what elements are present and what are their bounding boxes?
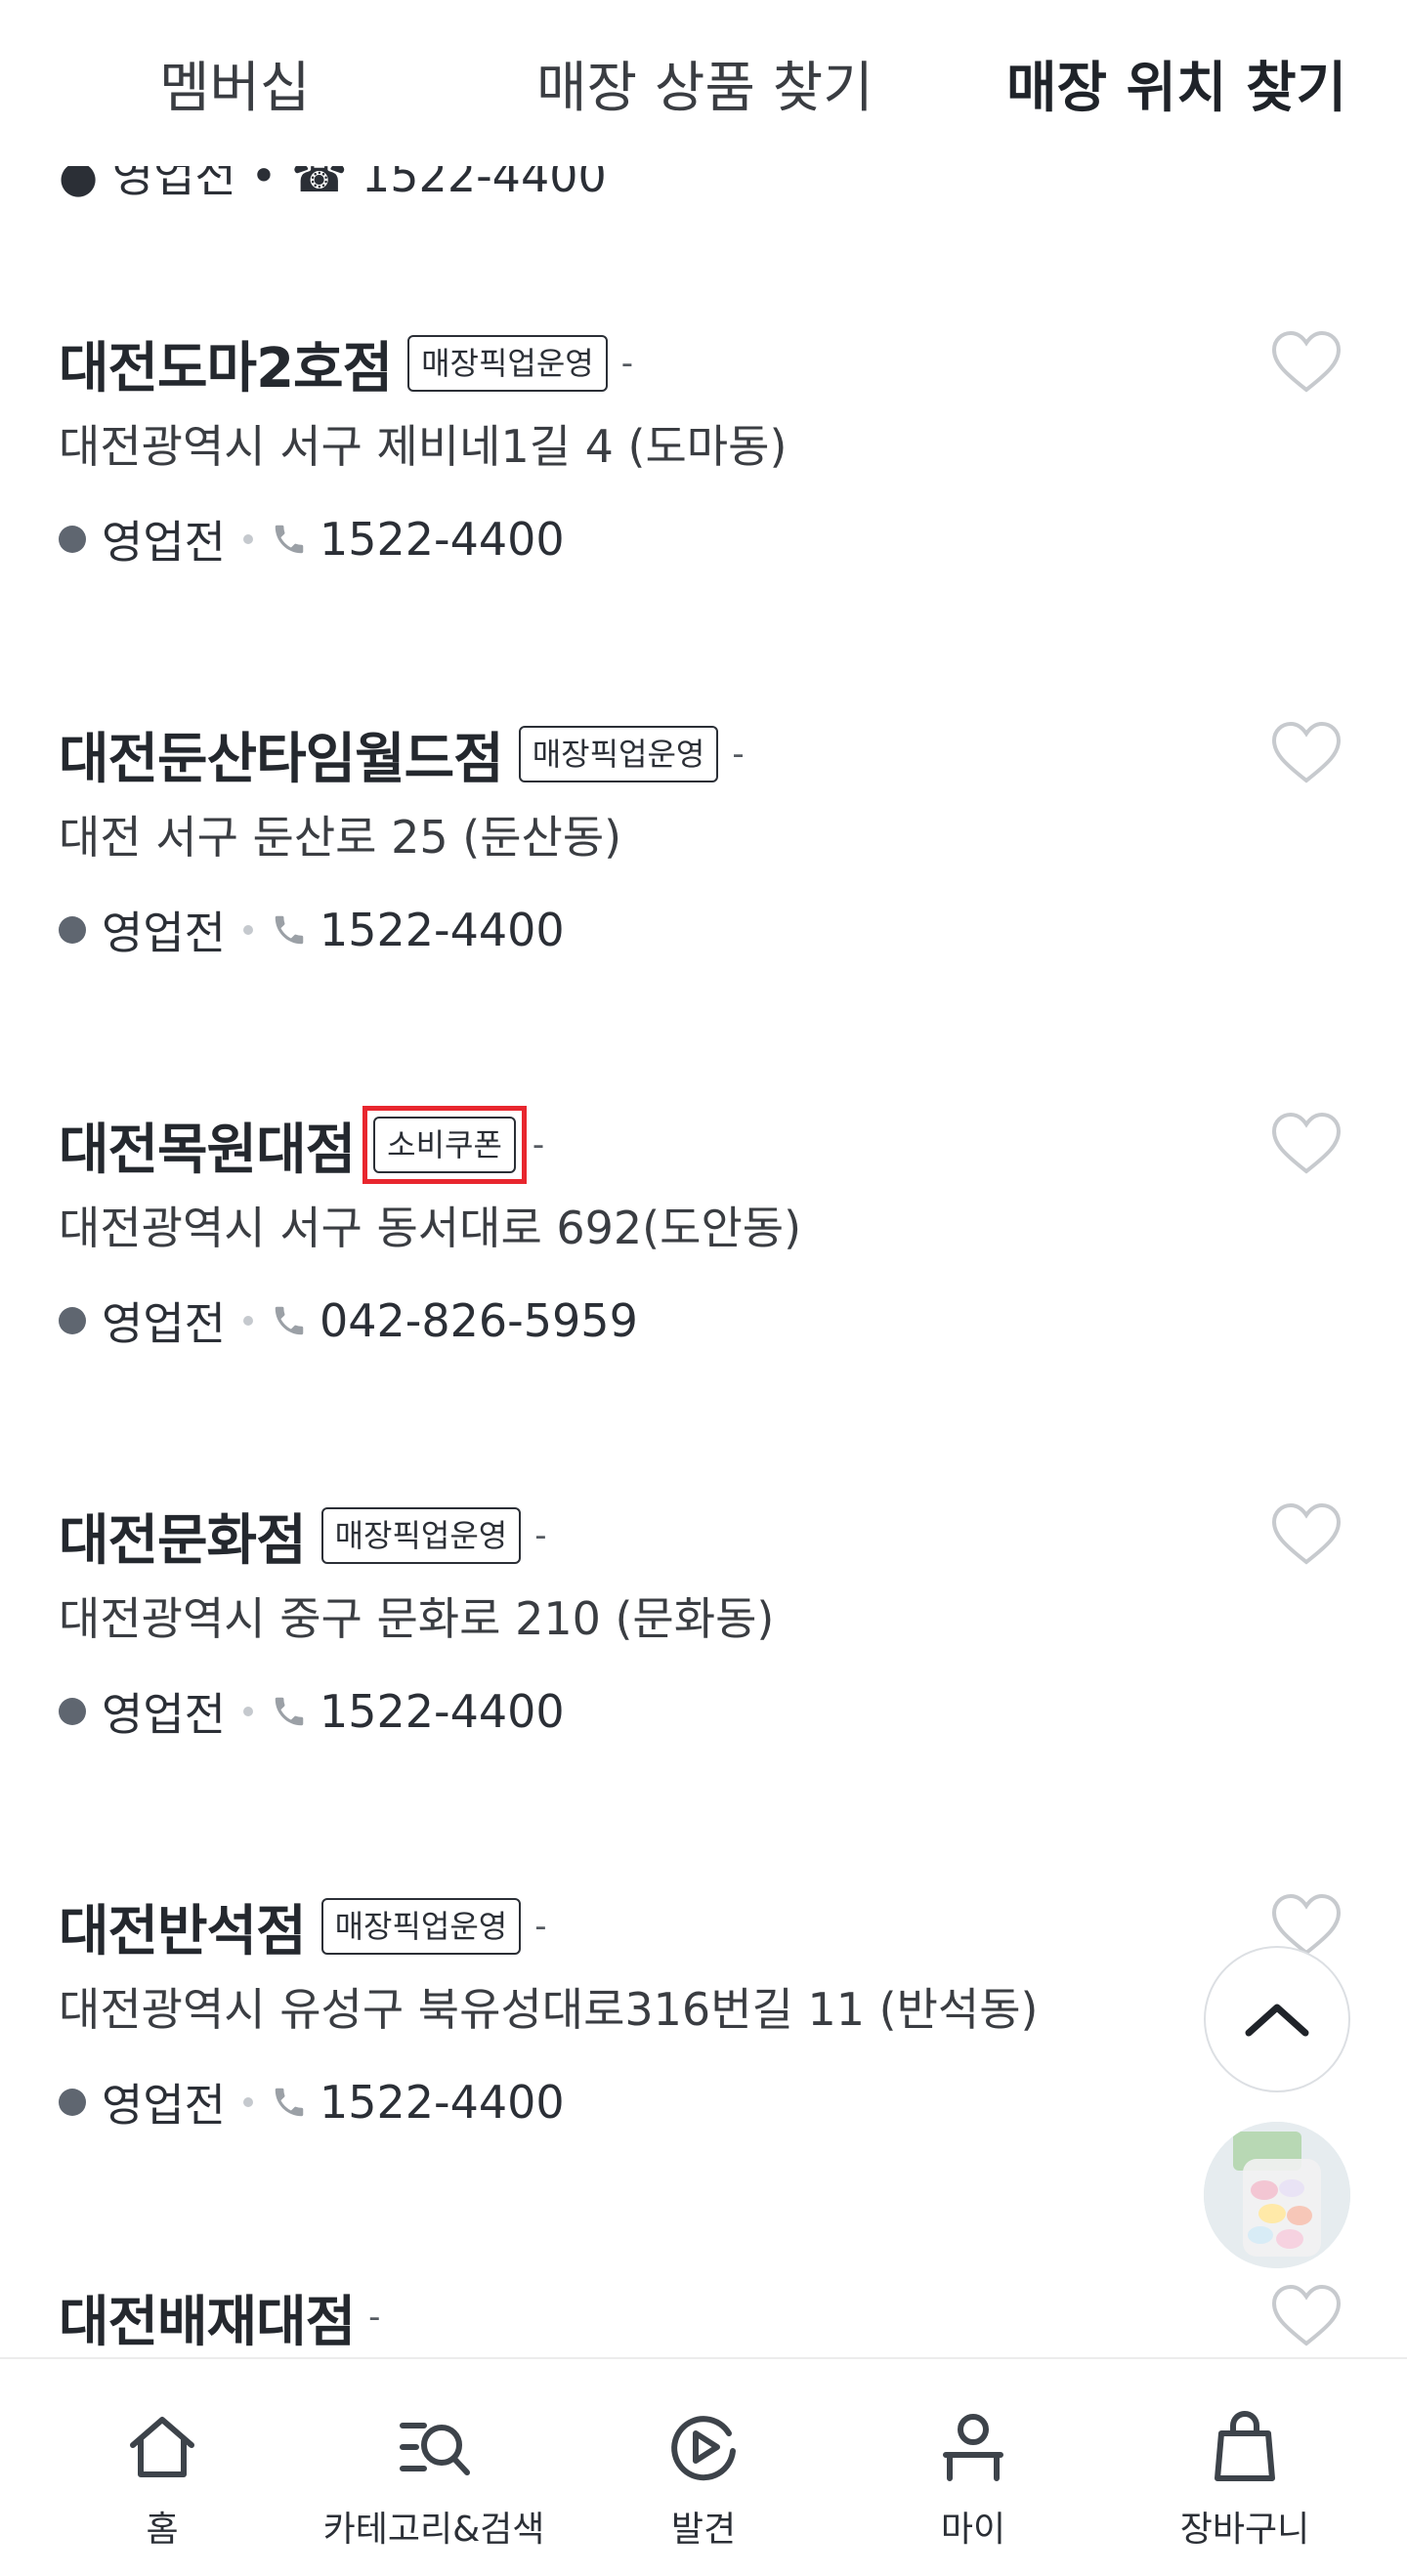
discover-play-icon: [671, 2416, 736, 2481]
favorite-heart-icon[interactable]: [1270, 720, 1343, 784]
phone-icon: [275, 915, 304, 945]
store-meta: 영업전 1522-4400: [59, 505, 565, 573]
store-list-item[interactable]: 대전둔산타임월드점 매장픽업운영 - 대전 서구 둔산로 25 (둔산동) 영업…: [0, 710, 1407, 1101]
store-phone[interactable]: 1522-4400: [320, 513, 565, 566]
store-status: 영업전: [102, 516, 226, 569]
nav-my[interactable]: 마이: [832, 2359, 1114, 2576]
chevron-up-icon: [1245, 2004, 1309, 2037]
home-icon: [130, 2417, 194, 2477]
store-address: 대전광역시 중구 문화로 210 (문화동): [59, 1592, 775, 1645]
store-header: 대전배재대점 -: [59, 2273, 380, 2361]
store-address: 대전 서구 둔산로 25 (둔산동): [59, 811, 622, 864]
store-status: 영업전: [102, 907, 226, 959]
store-meta: 영업전 1522-4400: [59, 896, 565, 964]
status-dot-icon: [59, 2089, 86, 2116]
store-address: 대전광역시 서구 제비네1길 4 (도마동): [59, 420, 788, 473]
store-tag-badge: 소비쿠폰: [373, 1117, 516, 1173]
store-list-item[interactable]: 대전도마2호점 매장픽업운영 - 대전광역시 서구 제비네1길 4 (도마동) …: [0, 319, 1407, 710]
store-list-item[interactable]: 대전목원대점 소비쿠폰 - 대전광역시 서구 동서대로 692(도안동) 영업전…: [0, 1101, 1407, 1492]
store-tag-badge: 매장픽업운영: [518, 726, 719, 782]
store-locator-page: 멤버십 매장 상품 찾기 매장 위치 찾기 ● 영업전 • ☎ 1522-440…: [0, 0, 1407, 2576]
nav-home[interactable]: 홈: [21, 2359, 303, 2576]
store-name: 대전도마2호점: [59, 336, 393, 401]
store-name: 대전반석점: [59, 1899, 307, 1964]
status-dot-icon: [59, 1698, 86, 1725]
store-tag-badge: 매장픽업운영: [407, 335, 608, 392]
store-status: 영업전: [102, 2079, 226, 2132]
favorite-heart-icon[interactable]: [1270, 1111, 1343, 1175]
favorite-heart-icon[interactable]: [1270, 1501, 1343, 1566]
separator-dot-icon: [242, 2097, 253, 2107]
nav-category-search[interactable]: 카테고리&검색: [293, 2359, 575, 2576]
tab-store-location-search[interactable]: 매장 위치 찾기: [1006, 47, 1346, 131]
nav-cart-label: 장바구니: [1179, 2510, 1310, 2550]
phone-icon: [275, 1306, 304, 1335]
store-name: 대전문화점: [59, 1508, 307, 1573]
nav-category-search-label: 카테고리&검색: [322, 2510, 545, 2550]
nav-discover[interactable]: 발견: [563, 2359, 844, 2576]
shopping-bag-icon: [1215, 2411, 1275, 2481]
store-dash: -: [532, 1125, 545, 1164]
candy-product-thumbnail: [1204, 2122, 1350, 2268]
store-tag-badge: 매장픽업운영: [320, 1898, 522, 1955]
promo-product-bubble[interactable]: [1204, 2122, 1350, 2268]
store-meta: 영업전 042-826-5959: [59, 1287, 638, 1355]
favorite-heart-icon[interactable]: [1270, 2283, 1343, 2347]
bottom-navigation-bar: 홈 카테고리&검색 발견 마이 장바구니: [0, 2357, 1407, 2576]
separator-dot-icon: [242, 925, 253, 935]
store-phone[interactable]: 1522-4400: [320, 2076, 565, 2129]
store-tag-badge: 매장픽업운영: [320, 1507, 522, 1564]
tag-highlight-box: 소비쿠폰: [362, 1106, 527, 1184]
tab-store-product-search[interactable]: 매장 상품 찾기: [536, 47, 874, 131]
separator-dot-icon: [242, 1707, 253, 1716]
nav-home-label: 홈: [146, 2510, 179, 2550]
top-tab-bar: 멤버십 매장 상품 찾기 매장 위치 찾기: [0, 0, 1407, 166]
store-name: 대전배재대점: [59, 2290, 356, 2354]
store-dash: -: [534, 1516, 547, 1555]
person-icon: [943, 2414, 1003, 2481]
nav-discover-label: 발견: [670, 2510, 737, 2550]
store-phone[interactable]: 1522-4400: [320, 904, 565, 956]
favorite-heart-icon[interactable]: [1270, 329, 1343, 394]
scroll-to-top-button[interactable]: [1204, 1946, 1350, 2092]
store-list-item[interactable]: 대전반석점 매장픽업운영 - 대전광역시 유성구 북유성대로316번길 11 (…: [0, 1882, 1407, 2273]
store-address: 대전광역시 서구 동서대로 692(도안동): [59, 1202, 802, 1254]
store-status: 영업전: [102, 1297, 226, 1350]
category-search-icon: [400, 2423, 470, 2475]
store-header: 대전도마2호점 매장픽업운영 -: [59, 319, 633, 407]
nav-cart[interactable]: 장바구니: [1104, 2359, 1386, 2576]
store-header: 대전목원대점 소비쿠폰 -: [59, 1101, 544, 1189]
store-status: 영업전: [102, 1688, 226, 1741]
phone-icon: [275, 2088, 304, 2117]
nav-my-label: 마이: [940, 2510, 1006, 2550]
store-header: 대전반석점 매장픽업운영 -: [59, 1882, 547, 1970]
phone-icon: [275, 1697, 304, 1726]
store-dash: -: [732, 735, 745, 774]
status-dot-icon: [59, 526, 86, 553]
status-dot-icon: [59, 1307, 86, 1334]
store-list-item[interactable]: 대전문화점 매장픽업운영 - 대전광역시 중구 문화로 210 (문화동) 영업…: [0, 1492, 1407, 1882]
separator-dot-icon: [242, 534, 253, 544]
store-address: 대전광역시 유성구 북유성대로316번길 11 (반석동): [59, 1983, 1039, 2036]
separator-dot-icon: [242, 1316, 253, 1326]
store-header: 대전둔산타임월드점 매장픽업운영 -: [59, 710, 745, 798]
store-meta: 영업전 1522-4400: [59, 2068, 565, 2136]
store-meta: 영업전 1522-4400: [59, 1677, 565, 1746]
status-dot-icon: [59, 916, 86, 944]
phone-icon: [275, 525, 304, 554]
store-phone[interactable]: 1522-4400: [320, 1685, 565, 1738]
store-dash: -: [368, 2298, 381, 2337]
store-dash: -: [534, 1907, 547, 1946]
tab-membership[interactable]: 멤버십: [159, 47, 311, 131]
store-phone[interactable]: 042-826-5959: [320, 1294, 638, 1347]
store-dash: -: [620, 344, 634, 383]
store-name: 대전둔산타임월드점: [59, 727, 504, 791]
store-name: 대전목원대점: [59, 1118, 356, 1182]
store-header: 대전문화점 매장픽업운영 -: [59, 1492, 547, 1580]
